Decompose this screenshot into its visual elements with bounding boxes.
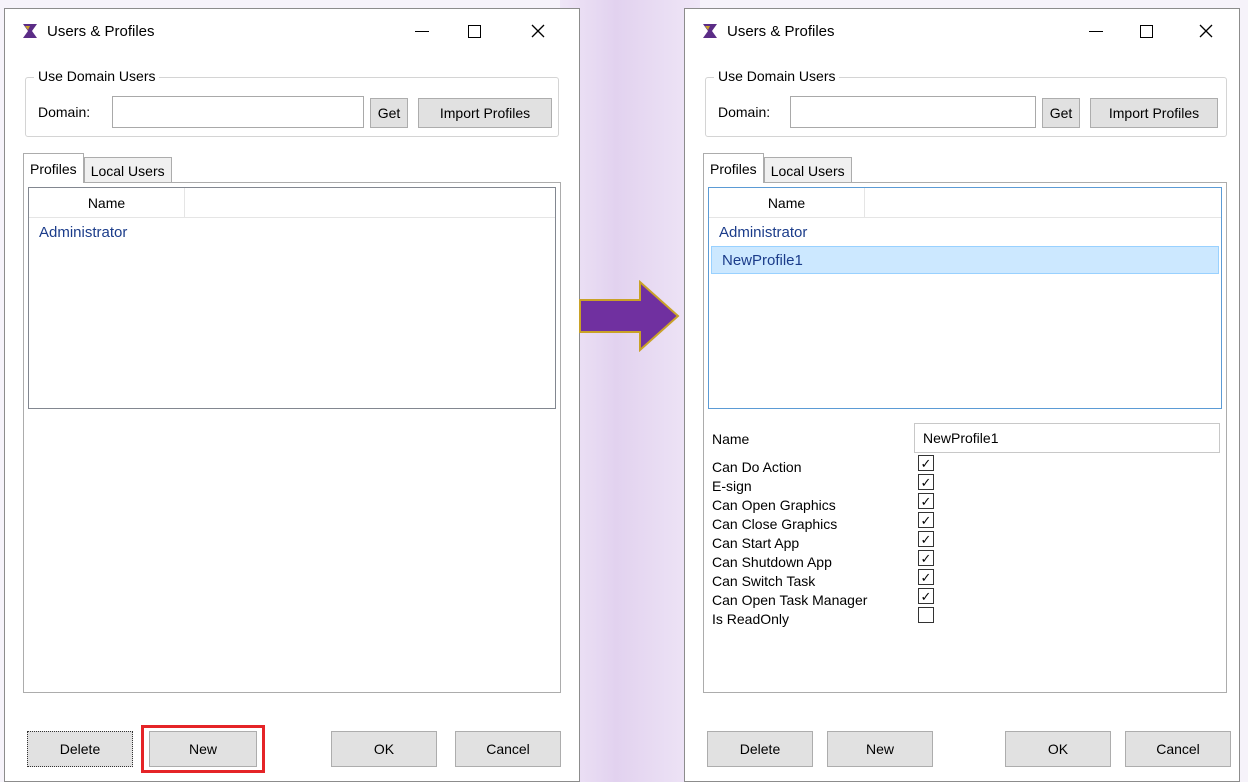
group-title: Use Domain Users (714, 68, 840, 84)
domain-users-group: Use Domain Users Domain: Get Import Prof… (25, 68, 559, 137)
close-button[interactable] (515, 9, 561, 53)
domain-label: Domain: (38, 104, 91, 120)
domain-label: Domain: (718, 104, 771, 120)
minimize-button[interactable] (399, 9, 445, 53)
tab-local-users[interactable]: Local Users (83, 157, 172, 183)
tab-strip: Profiles Local Users (23, 153, 172, 183)
delete-button[interactable]: Delete (27, 731, 133, 767)
window-title: Users & Profiles (727, 22, 835, 40)
list-item-selected[interactable]: NewProfile1 (711, 246, 1219, 274)
list-header: Name (29, 188, 555, 218)
can-do-action-checkbox[interactable]: ✓ (918, 455, 934, 471)
background-decoration (560, 0, 700, 782)
app-logo-icon (703, 24, 717, 38)
perm-label-can-open-graphics: Can Open Graphics (712, 497, 836, 513)
list-item[interactable]: Administrator (709, 218, 1221, 246)
get-button[interactable]: Get (370, 98, 408, 128)
maximize-icon (1139, 24, 1153, 38)
close-icon (531, 24, 545, 38)
users-profiles-window-after: Users & Profiles Use Domain Users Domain… (684, 8, 1240, 782)
minimize-icon (1089, 30, 1103, 32)
tab-control: Profiles Local Users Name Administrator … (703, 153, 1227, 693)
right-arrow-icon (579, 280, 680, 352)
list-item[interactable]: Administrator (29, 218, 555, 246)
list-header: Name (709, 188, 1221, 218)
group-title: Use Domain Users (34, 68, 160, 84)
ok-button[interactable]: OK (1005, 731, 1111, 767)
close-icon (1199, 24, 1213, 38)
dialog-buttons: Delete New OK Cancel (685, 711, 1239, 781)
domain-input[interactable] (790, 96, 1036, 128)
tab-strip: Profiles Local Users (703, 153, 852, 183)
can-start-app-checkbox[interactable]: ✓ (918, 531, 934, 547)
perm-label-can-open-task-manager: Can Open Task Manager (712, 592, 868, 608)
can-close-graphics-checkbox[interactable]: ✓ (918, 512, 934, 528)
can-switch-task-checkbox[interactable]: ✓ (918, 569, 934, 585)
app-logo-icon (23, 24, 37, 38)
tab-local-users[interactable]: Local Users (763, 157, 852, 183)
import-profiles-button[interactable]: Import Profiles (418, 98, 552, 128)
tab-control: Profiles Local Users Name Administrator (23, 153, 561, 693)
import-profiles-button[interactable]: Import Profiles (1090, 98, 1218, 128)
users-profiles-window-before: Users & Profiles Use Domain Users Domain… (4, 8, 580, 782)
can-open-task-manager-checkbox[interactable]: ✓ (918, 588, 934, 604)
tab-profiles[interactable]: Profiles (23, 153, 84, 183)
perm-label-can-close-graphics: Can Close Graphics (712, 516, 838, 532)
domain-users-group: Use Domain Users Domain: Get Import Prof… (705, 68, 1227, 137)
column-header-name[interactable]: Name (709, 188, 865, 218)
perm-label-is-readonly: Is ReadOnly (712, 611, 790, 627)
column-header-name[interactable]: Name (29, 188, 185, 218)
dialog-buttons: Delete New OK Cancel (5, 711, 579, 781)
profiles-panel: Name Administrator NewProfile1 Name NewP… (703, 182, 1227, 693)
title-bar: Users & Profiles (685, 9, 1239, 53)
profiles-list[interactable]: Name Administrator NewProfile1 (708, 187, 1222, 409)
delete-button[interactable]: Delete (707, 731, 813, 767)
maximize-icon (467, 24, 481, 38)
maximize-button[interactable] (1123, 9, 1169, 53)
perm-label-can-start-app: Can Start App (712, 535, 800, 551)
window-title: Users & Profiles (47, 22, 155, 40)
perm-label-e-sign: E-sign (712, 478, 752, 494)
tab-profiles[interactable]: Profiles (703, 153, 764, 183)
perm-label-can-switch-task: Can Switch Task (712, 573, 816, 589)
cancel-button[interactable]: Cancel (455, 731, 561, 767)
profiles-panel: Name Administrator (23, 182, 561, 693)
name-label: Name (712, 431, 750, 447)
cancel-button[interactable]: Cancel (1125, 731, 1231, 767)
close-button[interactable] (1183, 9, 1229, 53)
new-button[interactable]: New (149, 731, 257, 767)
title-bar: Users & Profiles (5, 9, 579, 53)
maximize-button[interactable] (451, 9, 497, 53)
domain-input[interactable] (112, 96, 364, 128)
can-shutdown-app-checkbox[interactable]: ✓ (918, 550, 934, 566)
can-open-graphics-checkbox[interactable]: ✓ (918, 493, 934, 509)
ok-button[interactable]: OK (331, 731, 437, 767)
profile-name-input[interactable]: NewProfile1 (914, 423, 1220, 453)
profiles-list[interactable]: Name Administrator (28, 187, 556, 409)
minimize-icon (415, 30, 429, 32)
e-sign-checkbox[interactable]: ✓ (918, 474, 934, 490)
get-button[interactable]: Get (1042, 98, 1080, 128)
minimize-button[interactable] (1073, 9, 1119, 53)
perm-label-can-do-action: Can Do Action (712, 459, 802, 475)
perm-label-can-shutdown-app: Can Shutdown App (712, 554, 832, 570)
new-button[interactable]: New (827, 731, 933, 767)
is-readonly-checkbox[interactable] (918, 607, 934, 623)
